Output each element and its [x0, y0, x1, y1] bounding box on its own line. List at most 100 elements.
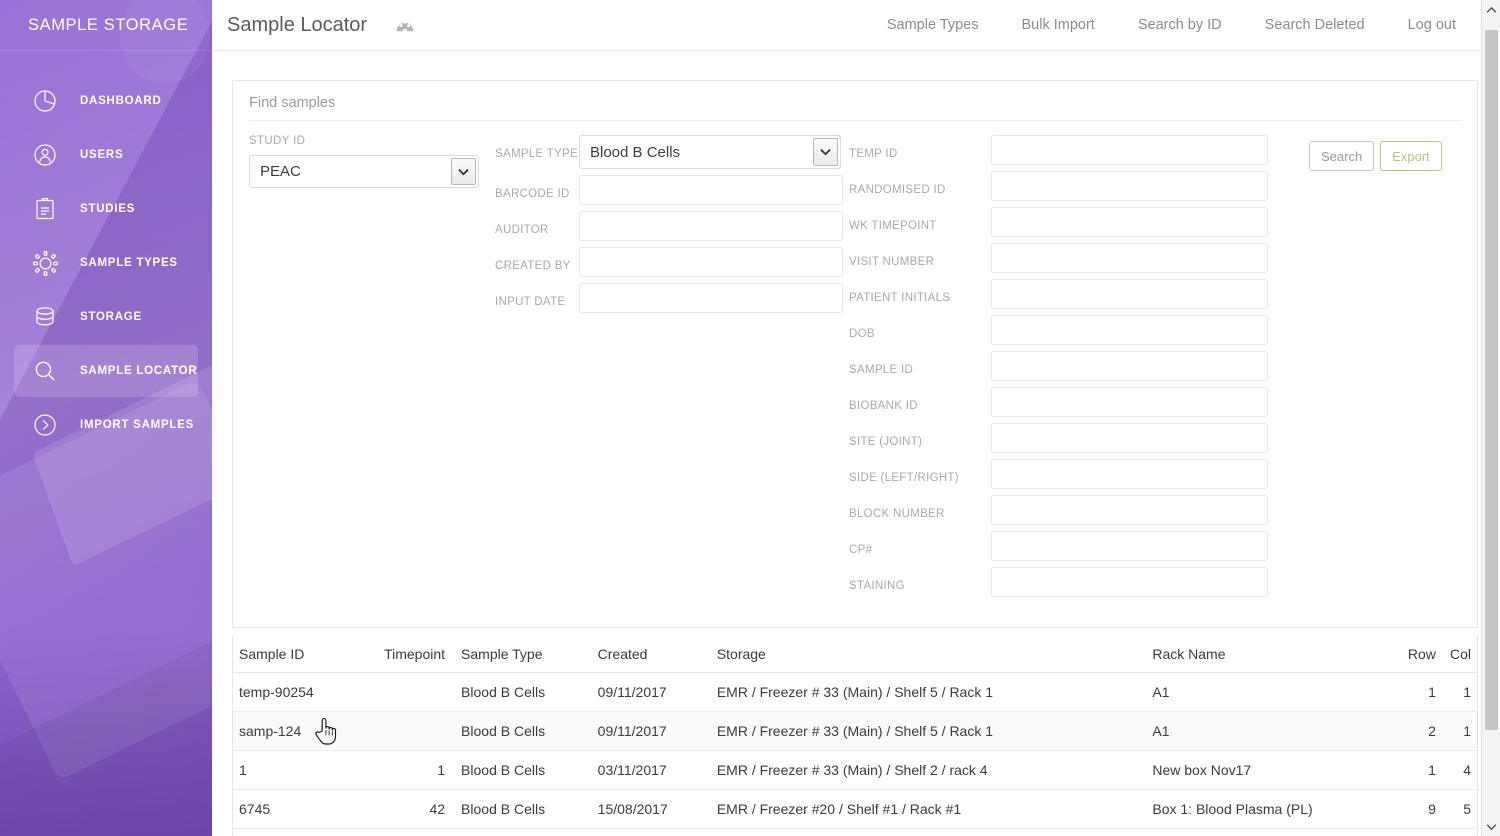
- cell-storage: EMR / Freezer # 33 (Main) / Shelf 2 / ra…: [716, 750, 1153, 790]
- temp-id-label: TEMP ID: [849, 148, 898, 160]
- sidebar-item-dashboard[interactable]: DASHBOARD: [14, 75, 198, 127]
- app-brand: SAMPLE STORAGE: [0, 0, 212, 51]
- sidebar-item-label: SAMPLE LOCATOR: [80, 365, 198, 377]
- field-input-date: INPUT DATE: [495, 283, 849, 313]
- barcode-id-input[interactable]: [579, 175, 843, 205]
- sidebar-item-storage[interactable]: STORAGE: [14, 291, 198, 343]
- col-header-created[interactable]: Created: [597, 636, 717, 673]
- input-date-input[interactable]: [579, 283, 843, 313]
- auditor-label: AUDITOR: [495, 224, 549, 236]
- nav-link-log-out[interactable]: Log out: [1408, 17, 1456, 33]
- side-left-right-input[interactable]: [991, 459, 1268, 489]
- user-circle-icon: [26, 136, 64, 174]
- col-header-sample-id[interactable]: Sample ID: [233, 636, 377, 673]
- top-bar: Sample Locator Sample Types Bulk Import …: [212, 0, 1500, 51]
- sidebar-item-label: STUDIES: [80, 203, 136, 215]
- cell-col: 1: [1435, 672, 1477, 712]
- cell-sample-id: temp-90254: [233, 672, 377, 712]
- barcode-id-label: BARCODE ID: [495, 188, 570, 200]
- cell-created: 09/11/2017: [597, 711, 717, 751]
- chevron-right-circle-icon: [26, 406, 64, 444]
- form-actions: Search Export: [1309, 135, 1469, 171]
- nav-link-search-deleted[interactable]: Search Deleted: [1265, 17, 1365, 33]
- scroll-up-arrow-icon[interactable]: [1482, 0, 1500, 19]
- sample-type-select[interactable]: Blood B Cells: [579, 135, 841, 169]
- sample-id-label: SAMPLE ID: [849, 364, 914, 376]
- scrollbar-thumb[interactable]: [1485, 30, 1498, 730]
- cell-sample-type: Blood B Cells: [461, 750, 598, 790]
- database-icon: [26, 298, 64, 336]
- export-button[interactable]: Export: [1380, 141, 1442, 171]
- visit-number-label: VISIT NUMBER: [849, 256, 935, 268]
- sidebar-item-sample-types[interactable]: SAMPLE TYPES: [14, 237, 198, 289]
- temp-id-input[interactable]: [991, 135, 1268, 165]
- cell-timepoint: [376, 672, 462, 712]
- cell-timepoint: 42: [376, 789, 462, 829]
- cell-row: 2: [1388, 711, 1436, 751]
- search-icon: [26, 352, 64, 390]
- cell-storage: EMR / Freezer # 33 (Main) / Shelf 5 / Ra…: [716, 672, 1153, 712]
- staining-input[interactable]: [991, 567, 1268, 597]
- col-header-rack-name[interactable]: Rack Name: [1152, 636, 1389, 673]
- sidebar-item-sample-locator[interactable]: SAMPLE LOCATOR: [14, 345, 198, 397]
- cp-number-input[interactable]: [991, 531, 1268, 561]
- created-by-input[interactable]: [579, 247, 843, 277]
- page-scrollbar[interactable]: [1481, 0, 1500, 836]
- dashboard-gauge-icon[interactable]: [395, 16, 415, 34]
- sidebar-item-label: SAMPLE TYPES: [80, 257, 178, 269]
- page-title: Sample Locator: [227, 13, 368, 36]
- biobank-id-label: BIOBANK ID: [849, 400, 918, 412]
- patient-detail-column: TEMP ID RANDOMISED ID WK TIMEPOINT VISIT…: [849, 135, 1305, 603]
- field-cp-number: CP#: [849, 531, 1305, 561]
- nav-link-bulk-import[interactable]: Bulk Import: [1021, 17, 1094, 33]
- content: Find samples STUDY ID PEAC SAMPLE TYPE B…: [212, 51, 1500, 836]
- nav-link-sample-types[interactable]: Sample Types: [887, 17, 979, 33]
- input-date-label: INPUT DATE: [495, 296, 566, 308]
- auditor-input[interactable]: [579, 211, 843, 241]
- patient-initials-input[interactable]: [991, 279, 1268, 309]
- biobank-id-input[interactable]: [991, 387, 1268, 417]
- sample-id-input[interactable]: [991, 351, 1268, 381]
- table-row[interactable]: 6745 42 Blood B Cells 15/08/2017 EMR / F…: [233, 789, 1477, 829]
- site-joint-label: SITE (JOINT): [849, 436, 923, 448]
- created-by-label: CREATED BY: [495, 260, 571, 272]
- block-number-label: BLOCK NUMBER: [849, 508, 945, 520]
- sidebar-item-label: IMPORT SAMPLES: [80, 419, 195, 431]
- field-barcode-id: BARCODE ID: [495, 175, 849, 205]
- block-number-input[interactable]: [991, 495, 1268, 525]
- field-created-by: CREATED BY: [495, 247, 849, 277]
- sidebar-item-import-samples[interactable]: IMPORT SAMPLES: [14, 399, 198, 451]
- cell-sample-type: Blood B Cells: [461, 672, 598, 712]
- scroll-down-arrow-icon[interactable]: [1482, 817, 1500, 836]
- results-table-container: Sample ID Timepoint Sample Type Created …: [232, 636, 1478, 836]
- field-sample-id: SAMPLE ID: [849, 351, 1305, 381]
- app-window: SAMPLE STORAGE DASHBOARD USERS STUDIES S…: [0, 0, 1500, 836]
- sidebar-item-users[interactable]: USERS: [14, 129, 198, 181]
- cell-row: 1: [1388, 750, 1436, 790]
- site-joint-input[interactable]: [991, 423, 1268, 453]
- col-header-col[interactable]: Col: [1435, 636, 1477, 673]
- table-row[interactable]: temp-90254 Blood B Cells 09/11/2017 EMR …: [233, 672, 1477, 712]
- search-button[interactable]: Search: [1309, 141, 1375, 171]
- wk-timepoint-input[interactable]: [991, 207, 1268, 237]
- randomised-id-input[interactable]: [991, 171, 1268, 201]
- sample-type-label: SAMPLE TYPE: [495, 148, 578, 160]
- sidebar-item-studies[interactable]: STUDIES: [14, 183, 198, 235]
- visit-number-input[interactable]: [991, 243, 1268, 273]
- nav-link-search-by-id[interactable]: Search by ID: [1138, 17, 1222, 33]
- col-header-storage[interactable]: Storage: [716, 636, 1153, 673]
- study-id-select[interactable]: PEAC: [249, 155, 479, 188]
- col-header-sample-type[interactable]: Sample Type: [461, 636, 598, 673]
- col-header-timepoint[interactable]: Timepoint: [376, 636, 462, 673]
- dob-input[interactable]: [991, 315, 1268, 345]
- field-sample-type: SAMPLE TYPE Blood B Cells: [495, 135, 849, 169]
- col-header-row[interactable]: Row: [1388, 636, 1436, 673]
- cell-col: 5: [1435, 789, 1477, 829]
- cell-col: 1: [1435, 711, 1477, 751]
- table-row[interactable]: samp-124 Blood B Cells 09/11/2017 EMR / …: [233, 711, 1477, 751]
- study-id-select-wrap: PEAC: [249, 155, 479, 188]
- table-row[interactable]: 1 1 Blood B Cells 03/11/2017 EMR / Freez…: [233, 750, 1477, 790]
- study-id-label: STUDY ID: [249, 135, 306, 147]
- results-table-head: Sample ID Timepoint Sample Type Created …: [233, 636, 1477, 673]
- field-visit-number: VISIT NUMBER: [849, 243, 1305, 273]
